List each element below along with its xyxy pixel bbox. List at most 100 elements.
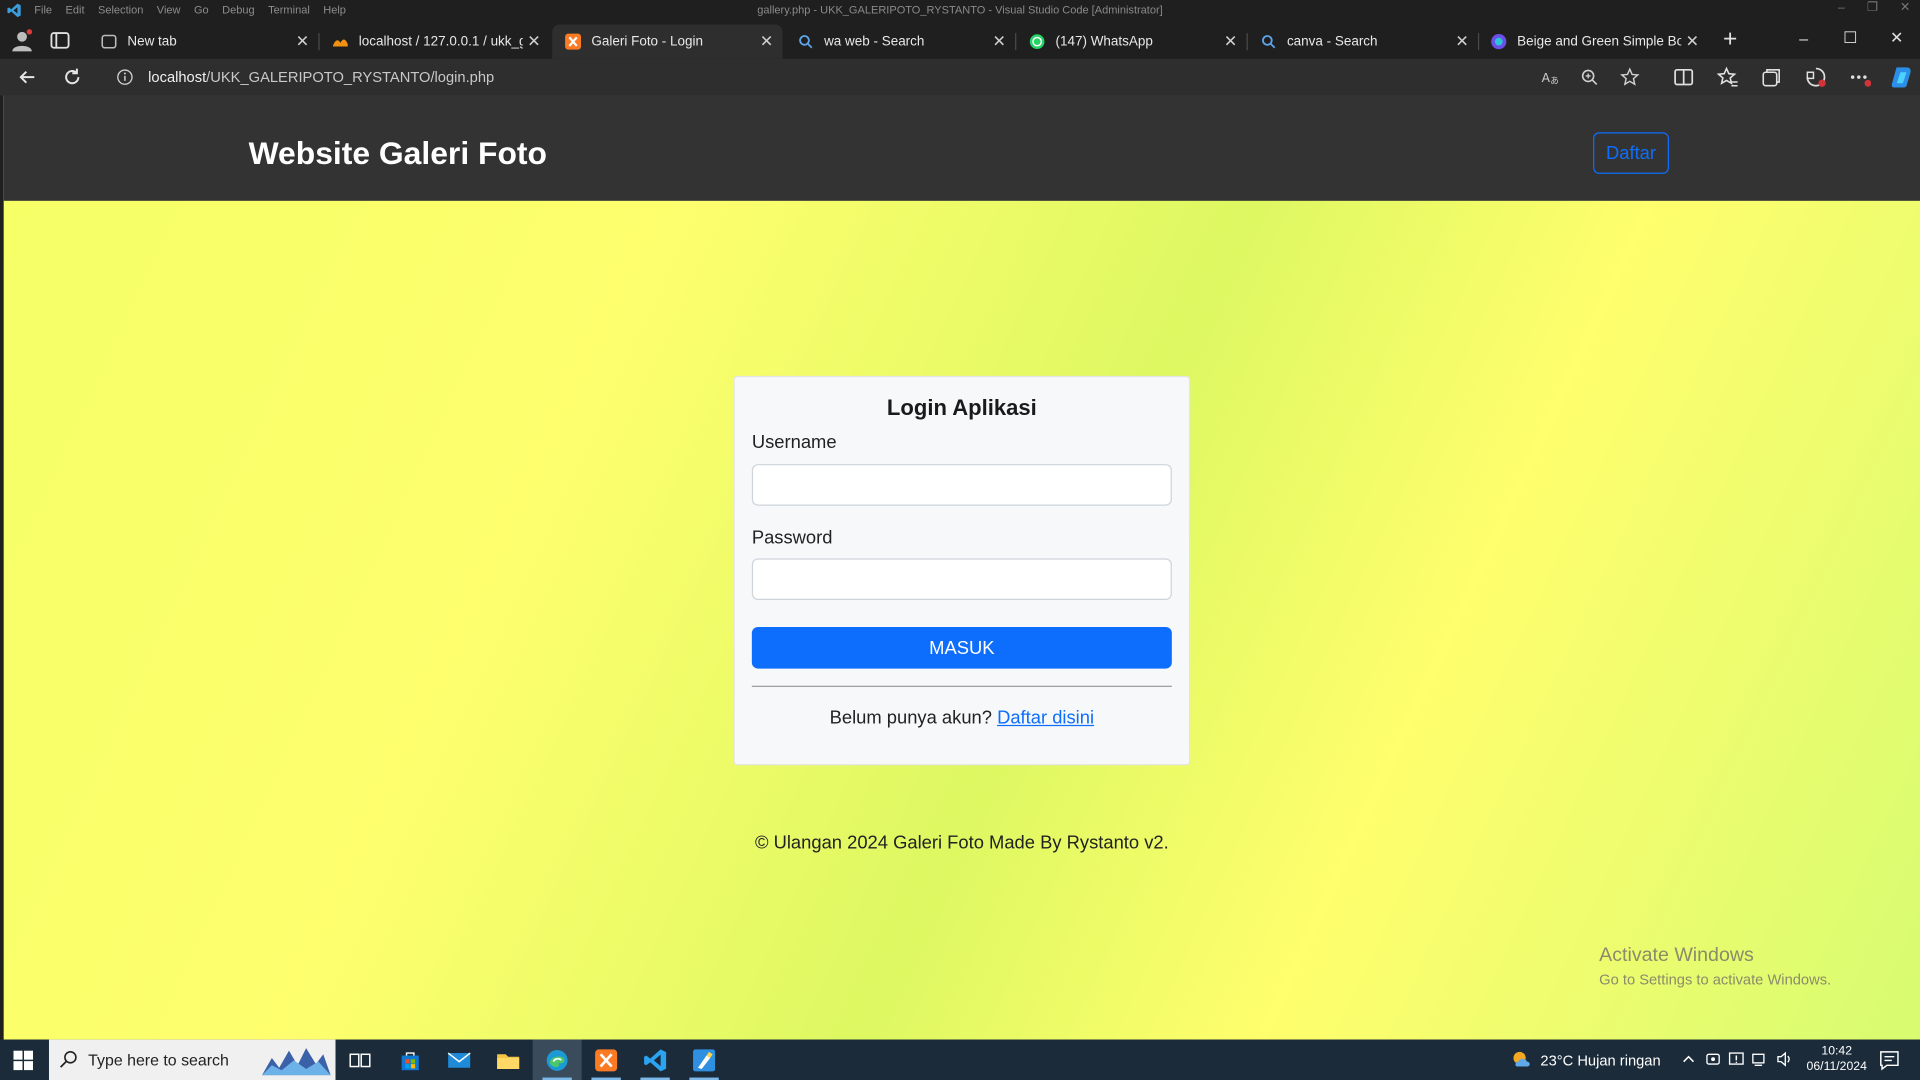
username-label: Username [751,432,837,454]
minimize-icon[interactable]: – [1780,21,1827,55]
vscode-window-controls: – ❐ ✕ [1838,1,1910,14]
register-nav-button[interactable]: Daftar [1593,132,1669,174]
copilot-icon[interactable] [1889,65,1913,89]
tab-close-icon[interactable]: ✕ [756,32,778,52]
tab-canva-design[interactable]: Beige and Green Simple Border ✕ [1478,24,1708,58]
site-brand[interactable]: Website Galeri Foto [249,135,547,173]
notifications-icon[interactable] [1878,1049,1900,1071]
vscode-icon [644,1048,667,1071]
username-input[interactable] [751,464,1172,506]
tab-close-icon[interactable]: ✕ [1220,32,1242,52]
taskbar-xampp[interactable] [582,1040,631,1080]
site-navbar: Website Galeri Foto Daftar [3,95,1920,201]
tab-new-tab[interactable]: New tab ✕ [88,24,320,58]
xampp-icon [565,33,582,50]
browser-window-controls: – ☐ ✕ [1780,21,1920,55]
more-options-icon[interactable] [1849,66,1872,88]
divider [751,685,1172,687]
tab-close-icon[interactable]: ✕ [291,32,313,52]
tab-close-icon[interactable]: ✕ [1451,32,1473,52]
windows-logo-icon [13,1050,34,1070]
login-card: Login Aplikasi Username Password MASUK B… [733,375,1191,766]
url-path: /UKK_GALERIPOTO_RYSTANTO/login.php [206,68,495,86]
back-icon[interactable] [15,65,39,89]
search-icon [60,1051,77,1068]
show-hidden-icons-chevron-icon[interactable] [1680,1051,1697,1068]
folder-icon [497,1053,520,1069]
refresh-icon[interactable] [60,65,84,89]
security-alert-icon[interactable] [1728,1051,1745,1068]
watermark-title: Activate Windows [1599,945,1754,967]
tab-close-icon[interactable]: ✕ [1681,32,1703,52]
taskbar-search-box[interactable]: Type here to search [48,1039,336,1080]
search-icon [799,35,813,49]
tab-galeri-foto-login[interactable]: Galeri Foto - Login ✕ [552,24,783,59]
newtab-icon [101,34,117,49]
vscode-restore-icon[interactable]: ❐ [1867,1,1878,14]
xampp-icon [595,1048,618,1071]
zoom-icon[interactable] [1580,67,1600,87]
search-icon [1262,35,1276,49]
password-label: Password [751,527,833,549]
store-icon [401,1051,419,1070]
favorite-star-icon[interactable] [1620,67,1640,87]
canva-icon [1491,34,1507,50]
taskbar-file-explorer[interactable] [484,1040,533,1080]
tab-phpmyadmin[interactable]: localhost / 127.0.0.1 / ukk_galeri ✕ [320,24,550,58]
tab-label: wa web - Search [824,34,925,49]
start-button[interactable] [0,1040,47,1080]
register-prompt-text: Belum punya akun? [829,707,992,729]
taskbar-edge[interactable] [532,1039,582,1080]
favorites-icon[interactable] [1716,66,1739,88]
tab-wa-web-search[interactable]: wa web - Search ✕ [785,24,1017,58]
url-host: localhost [148,68,207,86]
search-highlight-art [259,1043,334,1078]
tab-label: Galeri Foto - Login [591,34,703,49]
browser-tab-strip: New tab ✕ localhost / 127.0.0.1 / ukk_ga… [0,20,1920,59]
taskbar-vscode[interactable] [631,1040,680,1080]
task-view-button[interactable] [336,1040,385,1080]
system-clock[interactable]: 10:42 06/11/2024 [1802,1043,1871,1075]
maximize-icon[interactable]: ☐ [1827,21,1874,55]
login-title: Login Aplikasi [886,395,1037,421]
task-view-icon [349,1052,371,1067]
close-icon[interactable]: ✕ [1873,21,1920,55]
register-prompt: Belum punya akun? Daftar disini [735,708,1189,729]
password-input[interactable] [751,558,1172,601]
vscode-close-icon[interactable]: ✕ [1900,1,1910,14]
site-info-icon[interactable] [116,69,133,86]
login-submit-button[interactable]: MASUK [751,626,1172,669]
taskbar-search-placeholder: Type here to search [88,1050,229,1069]
taskbar-mail[interactable] [435,1040,484,1080]
meet-now-icon[interactable] [1704,1051,1721,1068]
page-viewport: Website Galeri Foto Daftar Login Aplikas… [3,95,1920,1040]
vscode-minimize-icon[interactable]: – [1838,1,1845,14]
paint-icon [693,1048,716,1071]
register-link[interactable]: Daftar disini [997,708,1094,729]
vscode-title-bar: File Edit Selection View Go Debug Termin… [0,0,1920,21]
clock-date: 06/11/2024 [1806,1060,1867,1074]
address-bar[interactable]: localhost/UKK_GALERIPOTO_RYSTANTO/login.… [102,62,1654,92]
network-icon[interactable] [1751,1051,1768,1068]
weather-widget[interactable]: 23°C Hujan ringan [1511,1049,1661,1071]
url-text[interactable]: localhost/UKK_GALERIPOTO_RYSTANTO/login.… [148,69,494,86]
mail-icon [447,1051,471,1068]
watermark-subtitle: Go to Settings to activate Windows. [1599,971,1832,989]
tab-actions-icon[interactable] [49,29,71,51]
activate-windows-watermark: Activate Windows Go to Settings to activ… [1599,945,1831,988]
profile-icon[interactable] [10,28,34,52]
collections-icon[interactable] [1761,66,1783,88]
volume-icon[interactable] [1776,1051,1793,1068]
taskbar-store[interactable] [386,1040,435,1080]
read-aloud-icon[interactable]: Aあ [1540,67,1560,87]
taskbar-paint[interactable] [680,1040,729,1080]
tab-close-icon[interactable]: ✕ [988,32,1010,52]
new-tab-button[interactable]: + [1718,27,1742,52]
browser-essentials-icon[interactable] [1805,66,1827,88]
split-screen-icon[interactable] [1673,66,1695,88]
vscode-window-title: gallery.php - UKK_GALERIPOTO_RYSTANTO - … [757,3,1163,16]
clock-time: 10:42 [1821,1044,1853,1058]
tab-canva-search[interactable]: canva - Search ✕ [1248,24,1480,58]
tab-whatsapp[interactable]: (147) WhatsApp ✕ [1016,24,1248,58]
tab-close-icon[interactable]: ✕ [523,32,545,52]
